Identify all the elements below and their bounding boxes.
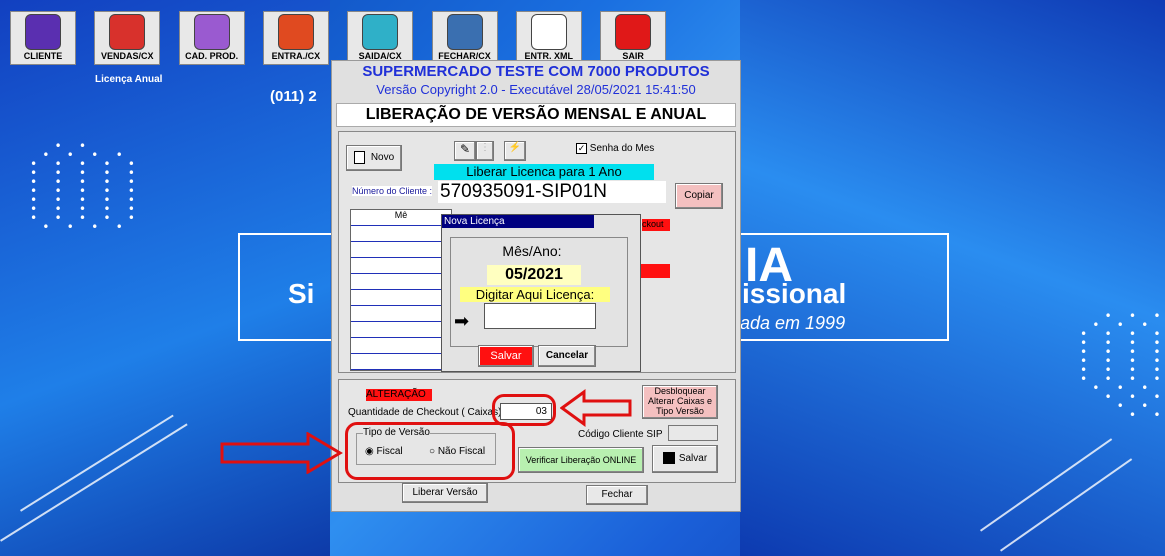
banner-text-right: issional [742,278,847,309]
modal-salvar-button[interactable]: Salvar [478,345,534,367]
document-icon [353,150,365,164]
salvar-label: Salvar [678,453,708,464]
grid-row [351,274,451,290]
version-title: Versão Copyright 2.0 - Executável 28/05/… [376,82,696,97]
liberar-versao-button[interactable]: Liberar Versão [402,483,488,503]
licenca-input[interactable] [484,303,596,329]
toolbar-label: CAD. PROD. [185,51,239,61]
nova-licenca-modal: Nova Licença Mês/Ano: 05/2021 Digitar Aq… [441,214,641,372]
wand-icon: ⚡ [508,142,522,153]
toolbar-label: CLIENTE [23,51,63,61]
toolbar-button-vendas-cx[interactable]: VENDAS/CX [94,11,161,65]
dialog-heading: LIBERAÇÃO DE VERSÃO MENSAL E ANUAL [336,103,736,127]
toolbar-icon [446,14,483,50]
toolbar-icon [109,14,146,50]
toolbar-button-saida-cx[interactable]: SAIDA/CX [347,11,414,65]
numero-cliente-label: Número do Cliente : [352,186,433,196]
license-grid[interactable]: Mê [350,209,452,386]
banner-subtitle: ada em 1999 [740,313,846,333]
eraser-icon: ✎ [459,142,471,156]
toolbar-button-sair[interactable]: SAIR [600,11,667,65]
highlight-tipo-versao [345,422,515,480]
digitar-licenca-label: Digitar Aqui Licença: [460,287,610,302]
toolbar-icon [277,14,314,50]
dots-decoration-left: • • • • • • • • • • • • • • • • • • • • … [30,139,141,234]
arrow-right-icon: ➡ [454,311,470,331]
grid-icon: ⋮ [480,142,490,153]
checkbox-icon: ✓ [576,143,587,154]
licenca-anual-label: Licença Anual [95,74,163,85]
toolbar-label: ENTRA./CX [271,51,321,61]
grid-row [351,242,451,258]
toolbar-icon [530,14,567,50]
grid-row [351,354,451,370]
fechar-button[interactable]: Fechar [586,485,648,505]
codigo-cliente-label: Código Cliente SIP [578,429,663,440]
alteracao-label: ALTERAÇÃO [366,389,432,401]
toolbar-button-cad-prod[interactable]: CAD. PROD. [178,11,245,65]
numero-cliente-value: 570935091-SIP01N [438,181,666,203]
tool-button-1[interactable]: ✎ [454,141,476,161]
modal-cancelar-button[interactable]: Cancelar [538,345,596,367]
toolbar-icon [615,14,652,50]
checkout-clip-text: ckout [642,219,664,229]
toolbar-icon [25,14,61,50]
company-title: SUPERMERCADO TESTE COM 7000 PRODUTOS [362,63,710,80]
verificar-online-button[interactable]: Verificar Liberação ONLINE [518,447,644,473]
grid-row [351,338,451,354]
tool-button-3[interactable]: ⚡ [504,141,526,161]
tool-button-2[interactable]: ⋮ [476,141,494,161]
checkout-red-label: ckout [642,219,670,231]
toolbar-icon [193,14,230,50]
grid-row [351,322,451,338]
annotation-arrow-left [560,389,632,427]
toolbar-button-fechar-cx[interactable]: FECHAR/CX [431,11,498,65]
novo-button[interactable]: Novo [346,145,402,171]
toolbar-label: VENDAS/CX [101,51,154,61]
mes-ano-label: Mês/Ano: [487,243,577,259]
qtd-checkout-label: Quantidade de Checkout ( Caixas) [348,407,502,418]
senha-mes-label: Senha do Mes [589,143,655,155]
mes-ano-value: 05/2021 [487,265,581,285]
toolbar-button-entr-xml[interactable]: ENTR. XML [515,11,582,65]
toolbar-button-entra-cx[interactable]: ENTRA./CX [262,11,329,65]
dots-decoration-right: • • • • • • • • • • • • • • • • • • • • … [1080,309,1165,422]
desbloquear-button[interactable]: Desbloquear Alterar Caixas e Tipo Versão [642,385,718,419]
floppy-icon [662,452,675,465]
toolbar-button-cliente[interactable]: CLIENTE [10,11,76,65]
liberar-ano-button[interactable]: Liberar Licenca para 1 Ano [434,164,654,180]
grid-row [351,226,451,242]
annotation-arrow-right [220,432,343,474]
copiar-button[interactable]: Copiar [675,183,723,209]
grid-row [351,258,451,274]
grid-row [351,306,451,322]
novo-label: Novo [370,152,395,163]
salvar-button[interactable]: Salvar [652,445,718,473]
grid-row [351,290,451,306]
phone-number: (011) 2 [270,88,317,105]
banner-text-left: Si [288,278,315,309]
toolbar-icon [362,14,399,50]
modal-title: Nova Licença [442,215,594,228]
grid-header: Mê [351,210,451,226]
codigo-cliente-input[interactable] [668,425,718,441]
senha-mes-checkbox[interactable]: ✓ Senha do Mes [576,143,654,154]
